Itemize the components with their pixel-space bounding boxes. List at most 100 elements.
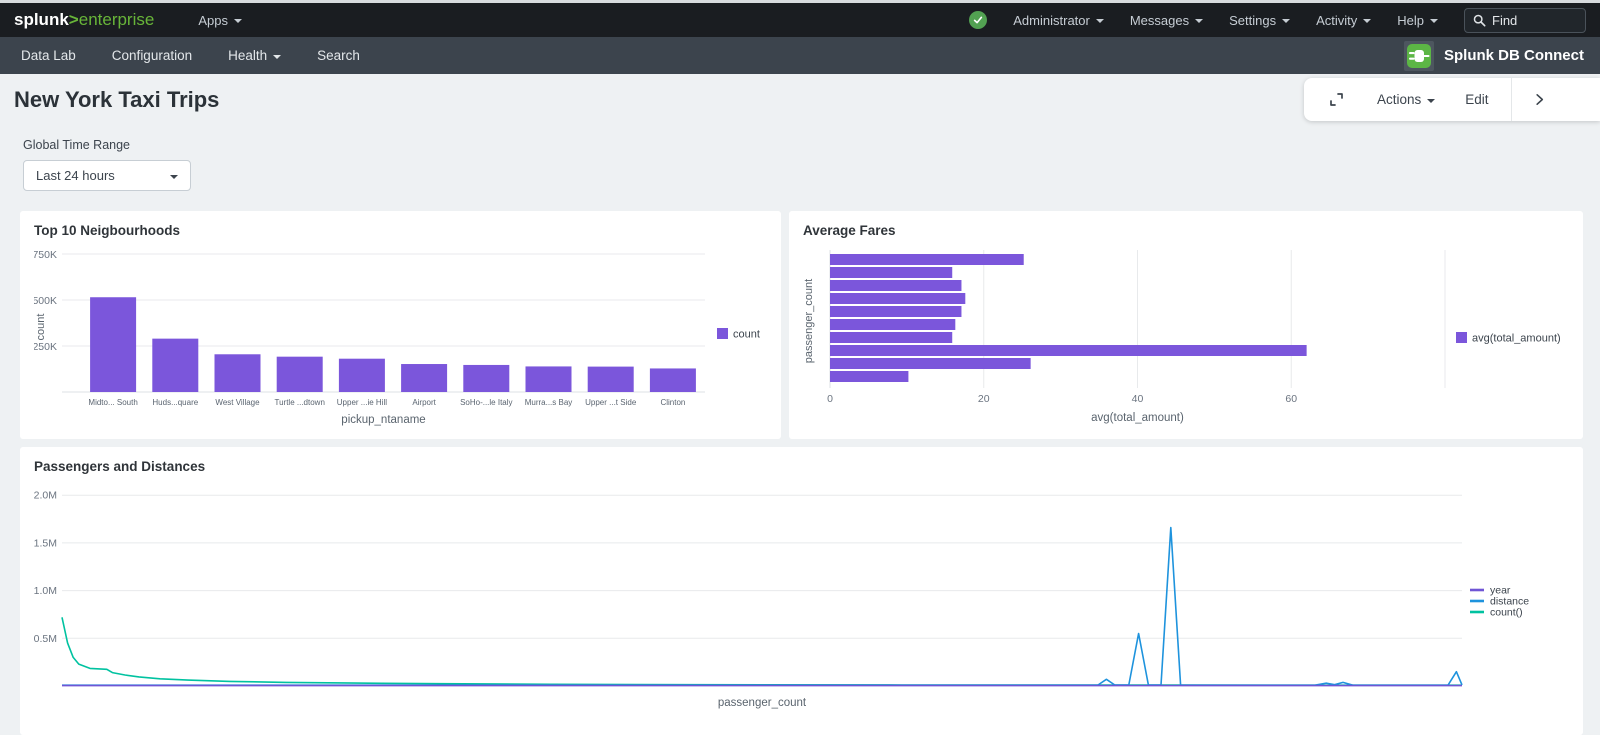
- edit-button[interactable]: Edit: [1465, 92, 1488, 107]
- bar[interactable]: [401, 364, 447, 392]
- line-chart-passengers-distances: 0.5M1.0M1.5M2.0Myeardistancecount()passe…: [34, 478, 1569, 720]
- legend-label: avg(total_amount): [1472, 333, 1561, 345]
- legend-label: count(): [1490, 607, 1523, 619]
- bar[interactable]: [650, 368, 696, 392]
- x-axis-title: passenger_count: [718, 697, 807, 709]
- legend-swatch[interactable]: [717, 328, 728, 339]
- time-range-dropdown[interactable]: Last 24 hours: [23, 160, 191, 191]
- panel-title: Average Fares: [803, 223, 1569, 238]
- find-search-input[interactable]: [1492, 13, 1568, 28]
- bar[interactable]: [463, 365, 509, 392]
- category-label: Huds...quare: [152, 398, 198, 407]
- time-range-label: Global Time Range: [23, 138, 1600, 152]
- health-status-icon[interactable]: [969, 11, 987, 29]
- bar-chart-top10: 250K500K750KMidto... SouthHuds...quareWe…: [34, 242, 767, 434]
- chevron-down-icon: [234, 19, 242, 23]
- nav-health-label: Health: [228, 48, 267, 63]
- tick-label: 750K: [34, 249, 57, 261]
- legend-swatch[interactable]: [1456, 332, 1467, 343]
- tick-label: 1.5M: [34, 537, 57, 549]
- bar[interactable]: [830, 254, 1024, 265]
- toolbar-divider: [1511, 78, 1512, 121]
- nav-item-configuration[interactable]: Configuration: [112, 48, 192, 63]
- category-label: Turtle ...dtown: [275, 398, 325, 407]
- tick-label: 40: [1132, 393, 1144, 405]
- category-label: Airport: [412, 398, 436, 407]
- category-label: Midto... South: [88, 398, 137, 407]
- logo-gt: >: [69, 10, 79, 29]
- bar[interactable]: [588, 367, 634, 392]
- messages-menu-label: Messages: [1130, 13, 1189, 28]
- bar[interactable]: [830, 280, 961, 291]
- time-range-value: Last 24 hours: [36, 168, 115, 183]
- x-axis-title: avg(total_amount): [1091, 412, 1184, 424]
- tick-label: 0.5M: [34, 633, 57, 645]
- bar[interactable]: [830, 319, 955, 330]
- nav-configuration-label: Configuration: [112, 48, 192, 63]
- y-axis-title: passenger_count: [803, 279, 815, 363]
- panel-top10-neighbourhoods: Top 10 Neigbourhoods 250K500K750KMidto..…: [20, 211, 781, 439]
- line-distance[interactable]: [62, 528, 1462, 686]
- apps-menu[interactable]: Apps: [198, 13, 242, 28]
- tick-label: 250K: [34, 341, 57, 353]
- tick-label: 20: [978, 393, 990, 405]
- panel-passengers-distances: Passengers and Distances 0.5M1.0M1.5M2.0…: [20, 447, 1583, 735]
- check-icon: [972, 14, 984, 26]
- bar[interactable]: [339, 359, 385, 392]
- expand-button[interactable]: [1328, 91, 1345, 108]
- bar[interactable]: [830, 293, 965, 304]
- expand-icon: [1328, 91, 1345, 108]
- dashboard-toolbar: Actions Edit: [1304, 78, 1600, 121]
- category-label: Clinton: [660, 398, 685, 407]
- nav-item-search[interactable]: Search: [317, 48, 360, 63]
- help-menu-label: Help: [1397, 13, 1424, 28]
- tick-label: 500K: [34, 295, 57, 307]
- next-chevron-button[interactable]: [1532, 92, 1547, 107]
- nav-search-label: Search: [317, 48, 360, 63]
- bar[interactable]: [215, 354, 261, 392]
- chevron-down-icon: [170, 175, 178, 179]
- bar[interactable]: [830, 345, 1307, 356]
- administrator-menu-label: Administrator: [1013, 13, 1090, 28]
- apps-menu-label: Apps: [198, 13, 228, 28]
- bar-chart-average-fares: 0204060avg(total_amount)passenger_counta…: [803, 242, 1569, 434]
- bar[interactable]: [830, 332, 952, 343]
- activity-menu[interactable]: Activity: [1316, 13, 1371, 28]
- actions-label: Actions: [1377, 92, 1421, 107]
- line-count()[interactable]: [62, 617, 1462, 685]
- top-navigation-bar: splunk>enterprise Apps Administrator Mes…: [0, 3, 1600, 37]
- global-time-range-filter: Global Time Range Last 24 hours: [23, 138, 1600, 191]
- chevron-down-icon: [1427, 99, 1435, 103]
- bar[interactable]: [152, 339, 198, 392]
- nav-item-health[interactable]: Health: [228, 48, 281, 63]
- settings-menu[interactable]: Settings: [1229, 13, 1290, 28]
- db-connect-app-icon[interactable]: [1404, 41, 1434, 71]
- splunk-logo[interactable]: splunk>enterprise: [14, 10, 154, 30]
- chevron-down-icon: [1430, 19, 1438, 23]
- x-axis-title: pickup_ntaname: [341, 414, 425, 426]
- category-label: SoHo-...le Italy: [460, 398, 512, 407]
- nav-item-data-lab[interactable]: Data Lab: [21, 48, 76, 63]
- logo-splunk-text: splunk: [14, 10, 69, 29]
- bar[interactable]: [526, 366, 572, 392]
- find-search-box[interactable]: [1464, 8, 1586, 33]
- bar[interactable]: [830, 371, 908, 382]
- messages-menu[interactable]: Messages: [1130, 13, 1203, 28]
- activity-menu-label: Activity: [1316, 13, 1357, 28]
- tick-label: 2.0M: [34, 490, 57, 502]
- chevron-down-icon: [1195, 19, 1203, 23]
- bar[interactable]: [830, 358, 1031, 369]
- chevron-down-icon: [1282, 19, 1290, 23]
- bar[interactable]: [830, 267, 952, 278]
- help-menu[interactable]: Help: [1397, 13, 1438, 28]
- bar[interactable]: [277, 357, 323, 392]
- search-icon: [1473, 14, 1486, 27]
- edit-label: Edit: [1465, 92, 1488, 107]
- administrator-menu[interactable]: Administrator: [1013, 13, 1104, 28]
- chevron-down-icon: [1363, 19, 1371, 23]
- actions-button[interactable]: Actions: [1377, 92, 1435, 107]
- chevron-down-icon: [1096, 19, 1104, 23]
- bar[interactable]: [830, 306, 961, 317]
- bar[interactable]: [90, 297, 136, 392]
- app-title: Splunk DB Connect: [1444, 47, 1584, 64]
